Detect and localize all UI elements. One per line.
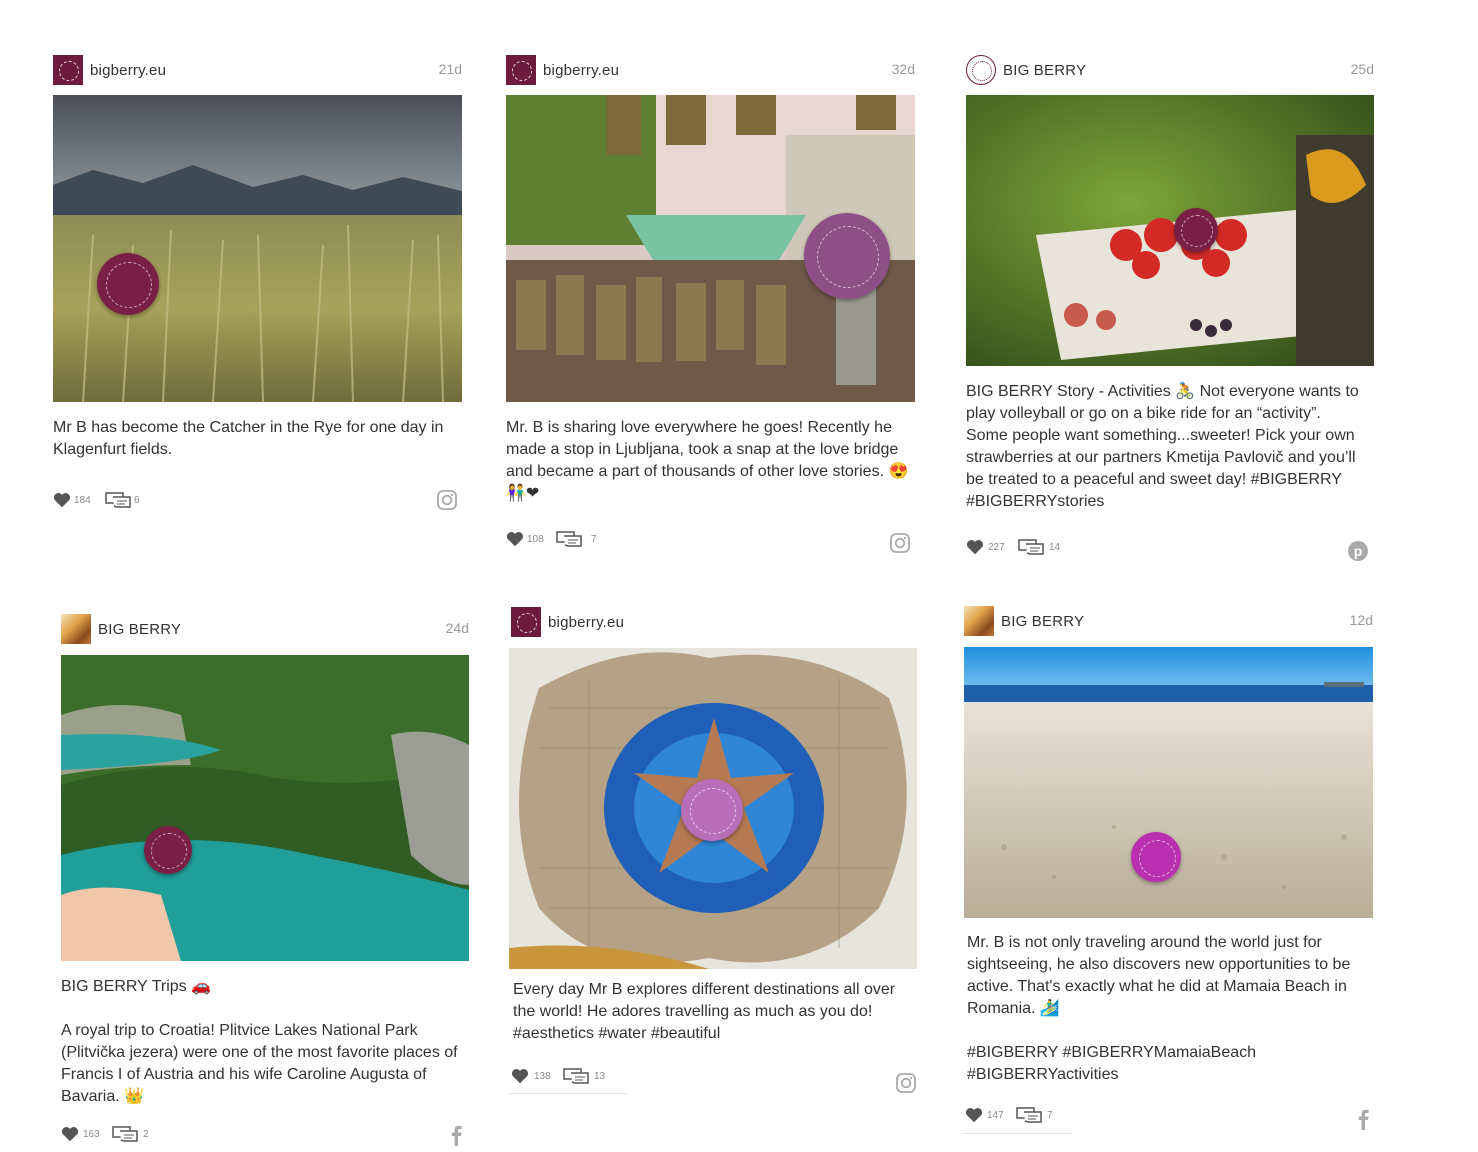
heart-icon: [965, 1108, 983, 1123]
post-caption: BIG BERRY Trips 🚗 A royal trip to Croati…: [61, 978, 458, 1105]
avatar[interactable]: [966, 55, 996, 85]
post-card[interactable]: BIG BERRY 25d BIG BERRY Story - Activiti…: [966, 55, 1374, 570]
post-age: 24d: [445, 620, 469, 636]
post-card[interactable]: bigberry.eu 21d Mr B has become the Catc…: [53, 55, 462, 525]
like-count[interactable]: 147: [965, 1107, 1004, 1123]
comment-count[interactable]: 14: [1018, 539, 1060, 555]
like-count[interactable]: 108: [506, 531, 544, 547]
big-berry-badge: [1174, 208, 1218, 252]
instagram-icon[interactable]: [895, 1072, 917, 1094]
avatar[interactable]: [61, 614, 91, 644]
comments-icon: [105, 492, 131, 508]
username[interactable]: BIG BERRY: [1003, 62, 1086, 79]
comments-icon: [1018, 539, 1044, 555]
like-count[interactable]: 138: [511, 1068, 551, 1084]
instagram-icon[interactable]: [889, 532, 911, 554]
post-header: bigberry.eu: [509, 607, 917, 639]
post-header: BIG BERRY 12d: [962, 606, 1373, 638]
post-card[interactable]: bigberry.eu Every day Mr B explores diff…: [509, 607, 917, 1095]
comment-count[interactable]: 13: [563, 1068, 605, 1084]
comment-count[interactable]: 7: [1016, 1107, 1053, 1123]
divider: [509, 1093, 627, 1094]
username[interactable]: bigberry.eu: [90, 62, 166, 79]
post-photo-starfish-bowl[interactable]: [509, 648, 917, 969]
post-stats: 163 2: [61, 1126, 181, 1144]
post-header: bigberry.eu 32d: [506, 55, 915, 87]
comment-count[interactable]: 6: [105, 492, 140, 508]
comment-count[interactable]: 2: [112, 1126, 149, 1142]
post-age: 32d: [891, 61, 915, 77]
like-count[interactable]: 184: [53, 492, 91, 508]
username[interactable]: BIG BERRY: [1001, 613, 1084, 630]
post-caption: Mr B has become the Catcher in the Rye f…: [53, 419, 444, 458]
pinterest-icon[interactable]: p: [1347, 540, 1369, 562]
comments-icon: [563, 1068, 589, 1084]
comments-icon: [112, 1126, 138, 1142]
big-berry-badge: [681, 779, 743, 841]
post-caption: Mr. B is not only traveling around the w…: [967, 934, 1351, 1083]
username[interactable]: BIG BERRY: [98, 621, 181, 638]
avatar[interactable]: [53, 55, 83, 85]
post-card[interactable]: bigberry.eu 32d Mr. B is sharing love ev…: [506, 55, 915, 565]
post-photo-love-locks[interactable]: [506, 95, 915, 402]
svg-text:p: p: [1354, 543, 1363, 559]
heart-icon: [966, 540, 984, 555]
like-count[interactable]: 163: [61, 1126, 100, 1142]
post-stats: 184 6: [53, 492, 173, 510]
post-stats: 147 7: [965, 1107, 1085, 1125]
post-card[interactable]: BIG BERRY 12d Mr. B is not only travelin…: [962, 606, 1373, 1136]
post-age: 21d: [438, 61, 462, 77]
comment-count[interactable]: 7: [556, 531, 597, 547]
post-photo-wheat-field[interactable]: [53, 95, 462, 402]
post-caption: BIG BERRY Story - Activities 🚴 Not every…: [966, 383, 1359, 510]
big-berry-badge: [97, 253, 159, 315]
comments-icon: [556, 531, 582, 547]
heart-icon: [506, 532, 524, 547]
heart-icon: [511, 1069, 529, 1084]
post-photo-strawberries[interactable]: [966, 95, 1374, 366]
post-age: 25d: [1350, 61, 1374, 77]
post-photo-plitvice-lake[interactable]: [61, 655, 469, 961]
post-stats: 138 13: [511, 1068, 631, 1086]
heart-icon: [53, 493, 71, 508]
big-berry-badge: [1131, 832, 1181, 882]
post-caption: Mr. B is sharing love everywhere he goes…: [506, 419, 909, 502]
avatar[interactable]: [964, 606, 994, 636]
avatar[interactable]: [506, 55, 536, 85]
like-count[interactable]: 227: [966, 539, 1005, 555]
post-header: BIG BERRY 24d: [61, 614, 469, 646]
username[interactable]: bigberry.eu: [543, 62, 619, 79]
post-stats: 227 14: [966, 539, 1086, 557]
big-berry-badge: [804, 213, 890, 299]
divider: [962, 1133, 1072, 1134]
facebook-icon[interactable]: [1352, 1108, 1374, 1130]
heart-icon: [61, 1127, 79, 1142]
post-age: 12d: [1349, 612, 1373, 628]
post-caption: Every day Mr B explores different destin…: [513, 981, 896, 1042]
instagram-icon[interactable]: [436, 489, 458, 511]
post-header: BIG BERRY 25d: [966, 55, 1374, 87]
post-stats: 108 7: [506, 531, 626, 549]
comments-icon: [1016, 1107, 1042, 1123]
username[interactable]: bigberry.eu: [548, 614, 624, 631]
post-photo-beach[interactable]: [964, 647, 1373, 918]
post-header: bigberry.eu 21d: [53, 55, 462, 87]
facebook-icon[interactable]: [445, 1124, 467, 1146]
avatar[interactable]: [511, 607, 541, 637]
post-card[interactable]: BIG BERRY 24d BIG BERRY Trips 🚗 A royal …: [61, 614, 469, 1150]
big-berry-badge: [144, 826, 192, 874]
